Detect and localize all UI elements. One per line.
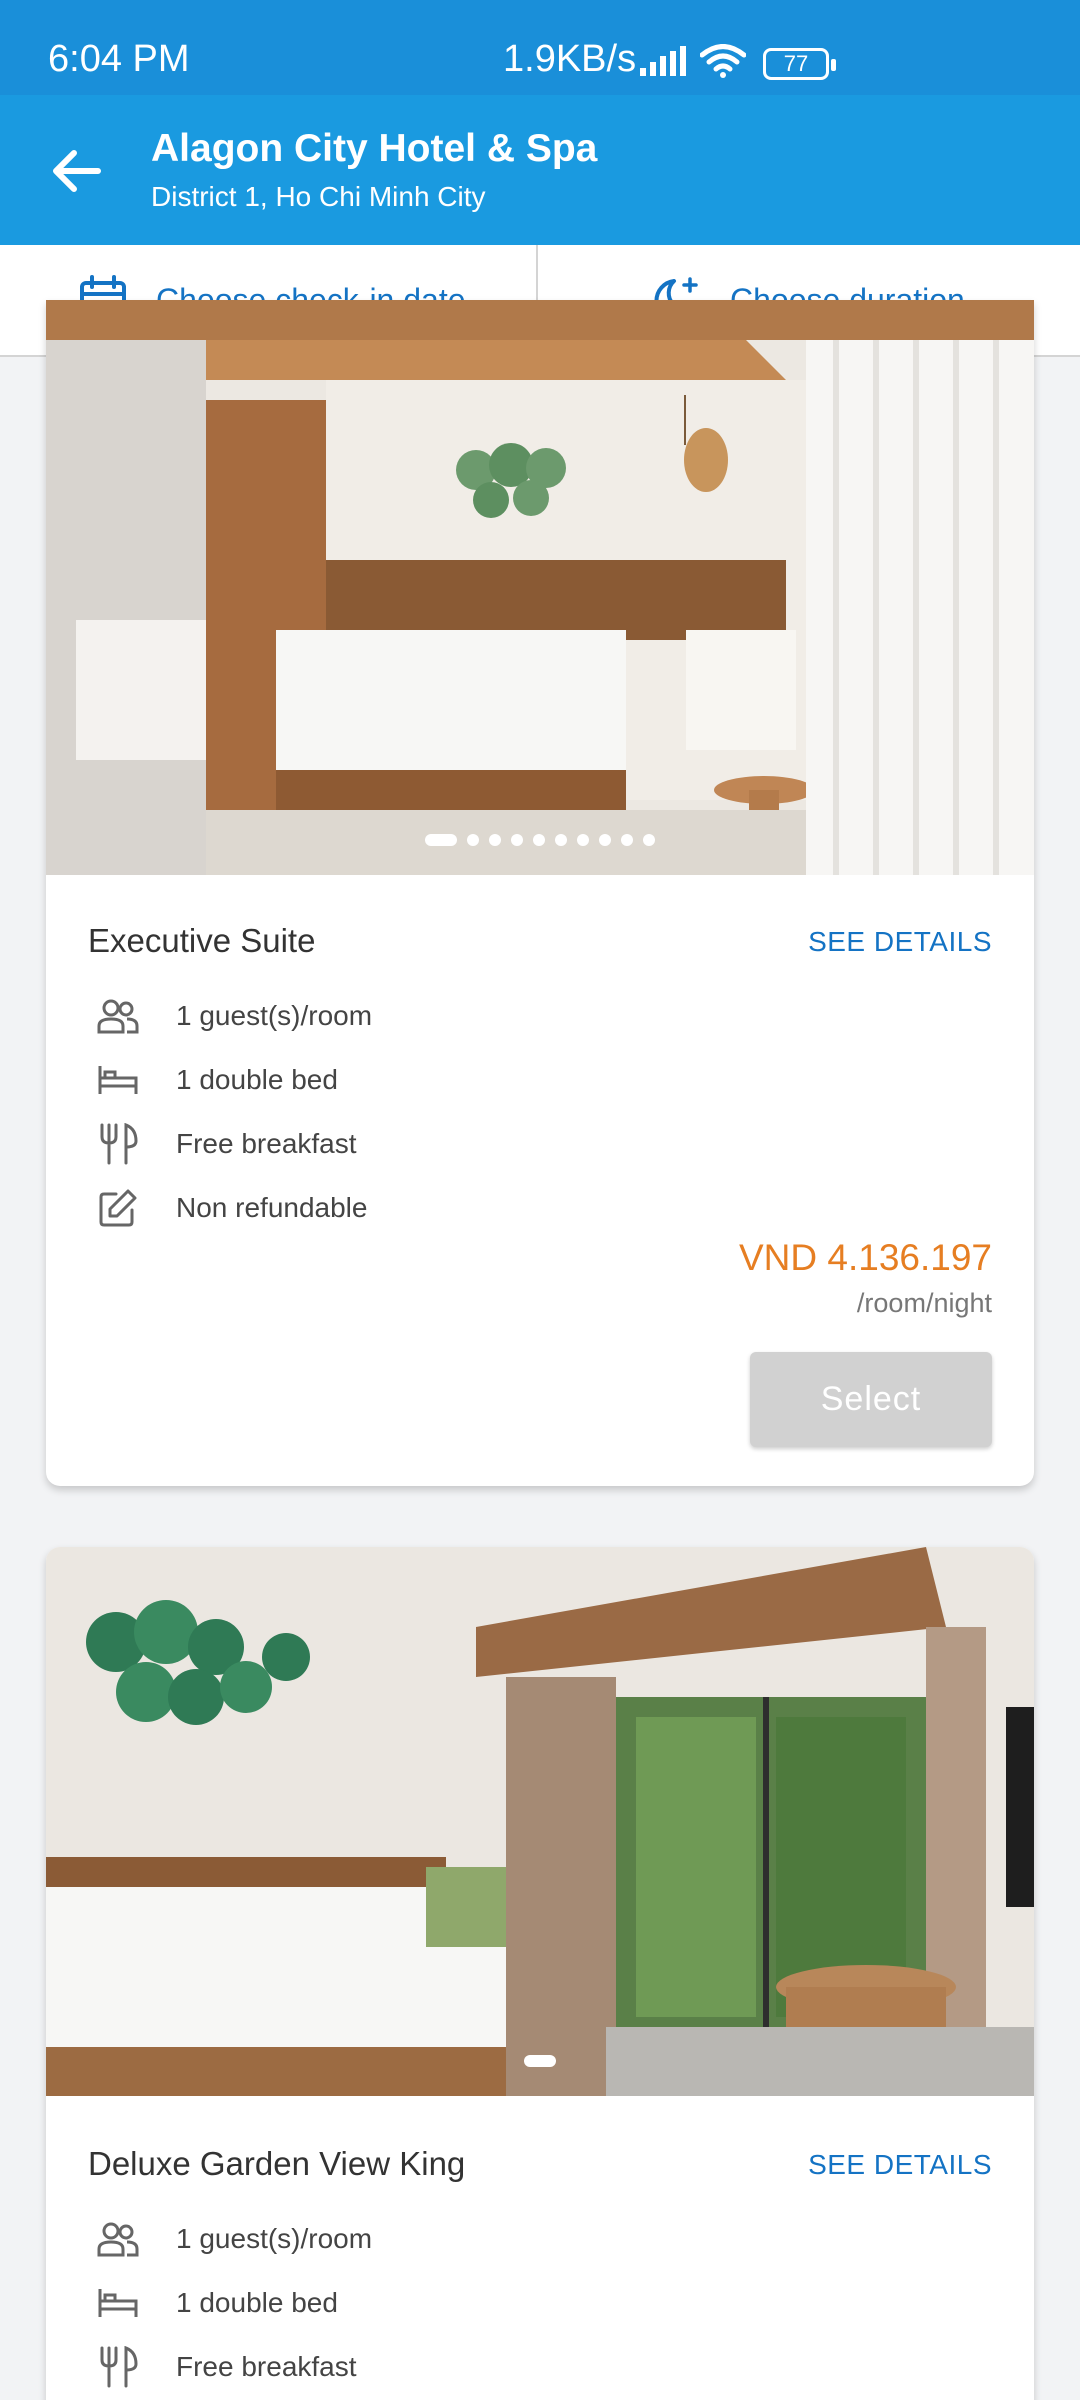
room-card: Executive Suite SEE DETAILS 1 guest(s)/r… [46, 300, 1034, 1486]
cutlery-icon [96, 2345, 140, 2389]
pager-dot [621, 834, 633, 846]
wifi-icon [699, 44, 747, 83]
pager-dot [533, 834, 545, 846]
bed-icon [96, 2281, 140, 2325]
amenity-guests: 1 guest(s)/room [96, 992, 372, 1040]
image-pager-dots [46, 2055, 1034, 2067]
price-unit: /room/night [856, 1288, 992, 1318]
room-card: Deluxe Garden View King SEE DETAILS 1 gu… [46, 1547, 1034, 2400]
pager-dot [467, 834, 479, 846]
pager-dot [425, 834, 457, 846]
amenity-bed: 1 double bed [96, 1056, 338, 1104]
status-time: 6:04 PM [48, 38, 190, 80]
pager-dot [489, 834, 501, 846]
app-bar: Alagon City Hotel & Spa District 1, Ho C… [0, 95, 1080, 245]
bed-icon [96, 1058, 140, 1102]
select-room-button[interactable]: Select [750, 1352, 992, 1447]
signal-icon [640, 46, 688, 81]
room-name: Executive Suite [88, 922, 316, 959]
image-pager-dots [46, 834, 1034, 846]
amenity-label: Free breakfast [176, 1128, 357, 1159]
amenity-label: Non refundable [176, 1192, 368, 1223]
room-price: VND 4.136.197 [738, 1237, 992, 1278]
see-details-link[interactable]: SEE DETAILS [808, 926, 992, 958]
back-arrow-icon[interactable] [48, 143, 104, 199]
battery-icon: 77 [763, 48, 836, 80]
pager-dot [643, 834, 655, 846]
pager-dot [577, 834, 589, 846]
status-bar: 6:04 PM 1.9KB/s 77 [0, 0, 1080, 95]
amenity-label: Free breakfast [176, 2351, 357, 2382]
guests-icon [96, 994, 140, 1038]
pager-dot [511, 834, 523, 846]
amenity-label: 1 double bed [176, 2287, 338, 2318]
hotel-title: Alagon City Hotel & Spa [151, 127, 598, 170]
guests-icon [96, 2217, 140, 2261]
pager-dot [555, 834, 567, 846]
amenity-refund: Non refundable [96, 1184, 367, 1232]
amenity-label: 1 guest(s)/room [176, 1000, 373, 1031]
amenity-bed: 1 double bed [96, 2279, 338, 2327]
amenity-guests: 1 guest(s)/room [96, 2215, 372, 2263]
hotel-location: District 1, Ho Chi Minh City [151, 181, 486, 212]
edit-icon [96, 1186, 140, 1230]
cutlery-icon [96, 1122, 140, 1166]
room-photo[interactable] [46, 1547, 1034, 2096]
amenity-breakfast: Free breakfast [96, 1120, 357, 1168]
amenity-label: 1 guest(s)/room [176, 2223, 373, 2254]
pager-dot [524, 2055, 556, 2067]
room-photo[interactable] [46, 300, 1034, 875]
see-details-link[interactable]: SEE DETAILS [808, 2149, 992, 2181]
amenity-breakfast: Free breakfast [96, 2343, 357, 2391]
status-net-speed: 1.9KB/s [503, 38, 637, 80]
room-name: Deluxe Garden View King [88, 2145, 466, 2182]
amenity-label: 1 double bed [176, 1064, 338, 1095]
pager-dot [599, 834, 611, 846]
